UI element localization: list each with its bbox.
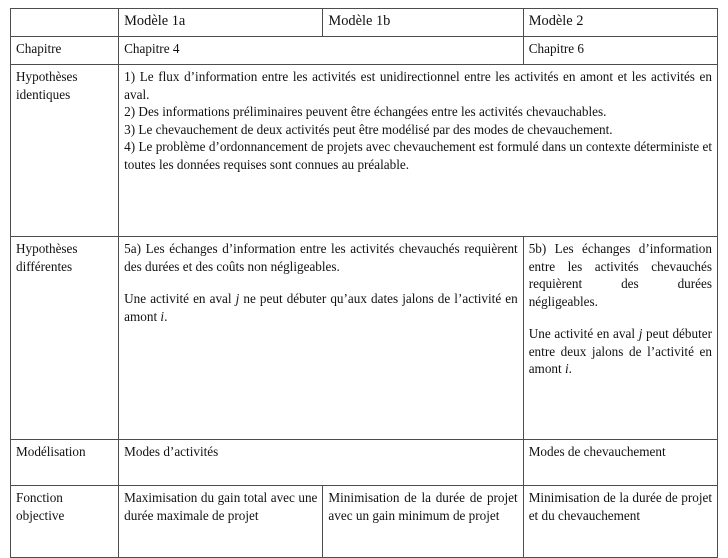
row-label-hypotheses-differentes: Hypothèses différentes [9, 236, 120, 440]
row-label-line-1: Hypothèses [16, 241, 78, 256]
cell-hypotheses-differentes-modeles-1a-1b: 5a) Les échanges d’information entre les… [118, 236, 524, 440]
cell-modelisation-modele-2: Modes de chevauchement [522, 439, 719, 486]
cell-hypotheses-differentes-modele-2: 5b) Les échanges d’information entre les… [522, 236, 719, 440]
table-row-chapitre: Chapitre Chapitre 4 Chapitre 6 [9, 36, 719, 65]
document-page: Modèle 1a Modèle 1b Modèle 2 Chapitre Ch… [0, 0, 728, 558]
row-label-line-1: Fonction [16, 490, 63, 505]
table-header-row: Modèle 1a Modèle 1b Modèle 2 [9, 8, 719, 37]
cell-fonction-objective-modele-2: Minimisation de la durée de projet et du… [522, 485, 719, 558]
hypothesis-5b-p2-post: . [568, 361, 572, 377]
hypothesis-5a-p2-pre: Une activité en aval [124, 291, 236, 307]
row-label-line-2: différentes [16, 258, 73, 274]
header-modele-2: Modèle 2 [522, 8, 719, 37]
hypothesis-paragraph-3: 3) Le chevauchement de deux activités pe… [124, 121, 613, 137]
comparison-table: Modèle 1a Modèle 1b Modèle 2 Chapitre Ch… [9, 8, 719, 558]
hypothesis-5b-paragraph-2: Une activité en aval j peut débuter entr… [529, 325, 712, 378]
table-row-fonction-objective: Fonction objective Maximisation du gain … [9, 485, 719, 558]
hypothesis-5a-p2-post: . [164, 308, 168, 324]
table-row-modelisation: Modélisation Modes d’activités Modes de … [9, 439, 719, 486]
row-label-modelisation: Modélisation [9, 439, 120, 486]
table-row-hypotheses-differentes: Hypothèses différentes 5a) Les échanges … [9, 236, 719, 440]
cell-modelisation-modeles-1a-1b: Modes d’activités [118, 439, 524, 486]
cell-fonction-objective-modele-1b: Minimisation de la durée de projet avec … [322, 485, 524, 558]
hypothesis-paragraph-4: 4) Le problème d’ordonnancement de proje… [124, 139, 712, 172]
cell-chapitre-modele-2: Chapitre 6 [522, 36, 719, 65]
row-label-line-2: identiques [16, 86, 71, 102]
hypothesis-5a-paragraph-1: 5a) Les échanges d’information entre les… [124, 241, 518, 274]
hypothesis-5b-paragraph-1: 5b) Les échanges d’information entre les… [528, 241, 712, 309]
row-label-hypotheses-identiques: Hypothèses identiques [9, 64, 120, 237]
hypothesis-paragraph-1: 1) Le flux d’information entre les activ… [124, 69, 712, 102]
hypothesis-5a-paragraph-2: Une activité en aval j ne peut débuter q… [124, 290, 518, 325]
hypothesis-paragraph-2: 2) Des informations préliminaires peuven… [124, 104, 607, 120]
hypothesis-5b-p2-pre: Une activité en aval [528, 326, 639, 342]
header-modele-1b: Modèle 1b [322, 8, 524, 37]
row-label-chapitre: Chapitre [9, 36, 120, 65]
row-label-fonction-objective: Fonction objective [9, 485, 120, 558]
row-label-line-2: objective [16, 507, 65, 523]
cell-chapitre-modeles-1a-1b: Chapitre 4 [118, 36, 524, 65]
table-row-hypotheses-identiques: Hypothèses identiques 1) Le flux d’infor… [9, 64, 718, 237]
cell-fonction-objective-modele-1a: Maximisation du gain total avec une duré… [118, 485, 324, 558]
header-modele-1a: Modèle 1a [118, 8, 324, 37]
header-corner-blank [9, 8, 120, 37]
row-label-line-1: Hypothèses [16, 69, 78, 84]
cell-hypotheses-identiques-all-models: 1) Le flux d’information entre les activ… [118, 64, 718, 237]
